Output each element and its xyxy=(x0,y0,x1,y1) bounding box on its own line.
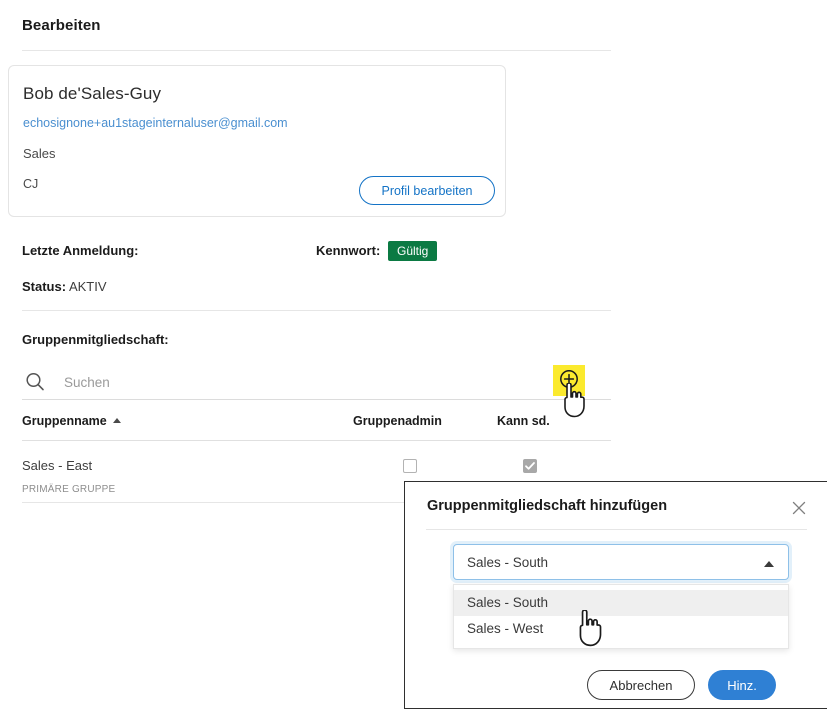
password-status-badge: Gültig xyxy=(388,241,438,261)
group-select-dropdown: Sales - South Sales - West xyxy=(453,584,789,649)
page-root: Bearbeiten Bob de'Sales-Guy echosignone+… xyxy=(0,0,827,709)
edit-profile-button[interactable]: Profil bearbeiten xyxy=(359,176,495,205)
primary-group-badge: PRIMÄRE GRUPPE xyxy=(22,484,116,495)
close-icon[interactable] xyxy=(790,499,808,517)
status-row: Status: AKTIV xyxy=(22,279,107,294)
section-divider xyxy=(22,310,611,311)
add-group-membership-dialog: Gruppenmitgliedschaft hinzufügen Sales -… xyxy=(404,481,827,709)
cancel-button[interactable]: Abbrechen xyxy=(587,670,695,700)
group-membership-table: Gruppenname Gruppenadmin Kann sd. Sales … xyxy=(22,414,611,503)
column-header-group-name[interactable]: Gruppenname xyxy=(22,414,121,428)
profile-initials: CJ xyxy=(23,177,39,191)
last-login-label: Letzte Anmeldung: xyxy=(22,243,139,258)
page-header: Bearbeiten xyxy=(0,0,827,50)
table-cell-group-name: Sales - East xyxy=(22,458,93,473)
password-label: Kennwort: xyxy=(316,243,381,258)
group-select[interactable]: Sales - South xyxy=(453,544,789,580)
profile-organization: Sales xyxy=(23,146,56,161)
add-group-membership-button[interactable] xyxy=(553,365,585,396)
chevron-up-icon xyxy=(764,561,774,567)
group-membership-heading: Gruppenmitgliedschaft: xyxy=(22,332,169,347)
sort-ascending-icon xyxy=(112,418,121,423)
profile-name: Bob de'Sales-Guy xyxy=(23,84,162,103)
search-icon xyxy=(24,371,46,393)
dialog-divider xyxy=(426,529,807,530)
dialog-title: Gruppenmitgliedschaft hinzufügen xyxy=(427,498,668,514)
dialog-action-bar: Abbrechen Hinz. xyxy=(405,670,827,709)
dropdown-option-sales-west[interactable]: Sales - West xyxy=(454,616,788,642)
status-value: AKTIV xyxy=(68,279,107,294)
page-title: Bearbeiten xyxy=(22,17,101,34)
column-header-group-name-label: Gruppenname xyxy=(22,414,107,428)
profile-card: Bob de'Sales-Guy echosignone+au1stageint… xyxy=(8,65,506,217)
dropdown-option-sales-south[interactable]: Sales - South xyxy=(454,590,788,616)
table-header-row: Gruppenname Gruppenadmin Kann sd. xyxy=(22,414,611,441)
status-label: Status: xyxy=(22,279,67,294)
group-select-wrapper: Sales - South xyxy=(453,544,789,580)
search-input[interactable] xyxy=(62,369,522,395)
add-button[interactable]: Hinz. xyxy=(708,670,776,700)
column-header-can-see[interactable]: Kann sd. xyxy=(497,414,550,428)
header-divider xyxy=(22,50,611,51)
profile-email-link[interactable]: echosignone+au1stageinternaluser@gmail.c… xyxy=(23,116,288,130)
checkbox-group-admin[interactable] xyxy=(403,459,417,473)
group-select-value: Sales - South xyxy=(467,555,549,570)
group-search-row xyxy=(22,365,611,401)
search-underline xyxy=(22,399,611,400)
checkbox-can-see[interactable] xyxy=(523,459,537,473)
plus-circle-icon xyxy=(558,368,580,393)
column-header-group-admin[interactable]: Gruppenadmin xyxy=(353,414,442,428)
